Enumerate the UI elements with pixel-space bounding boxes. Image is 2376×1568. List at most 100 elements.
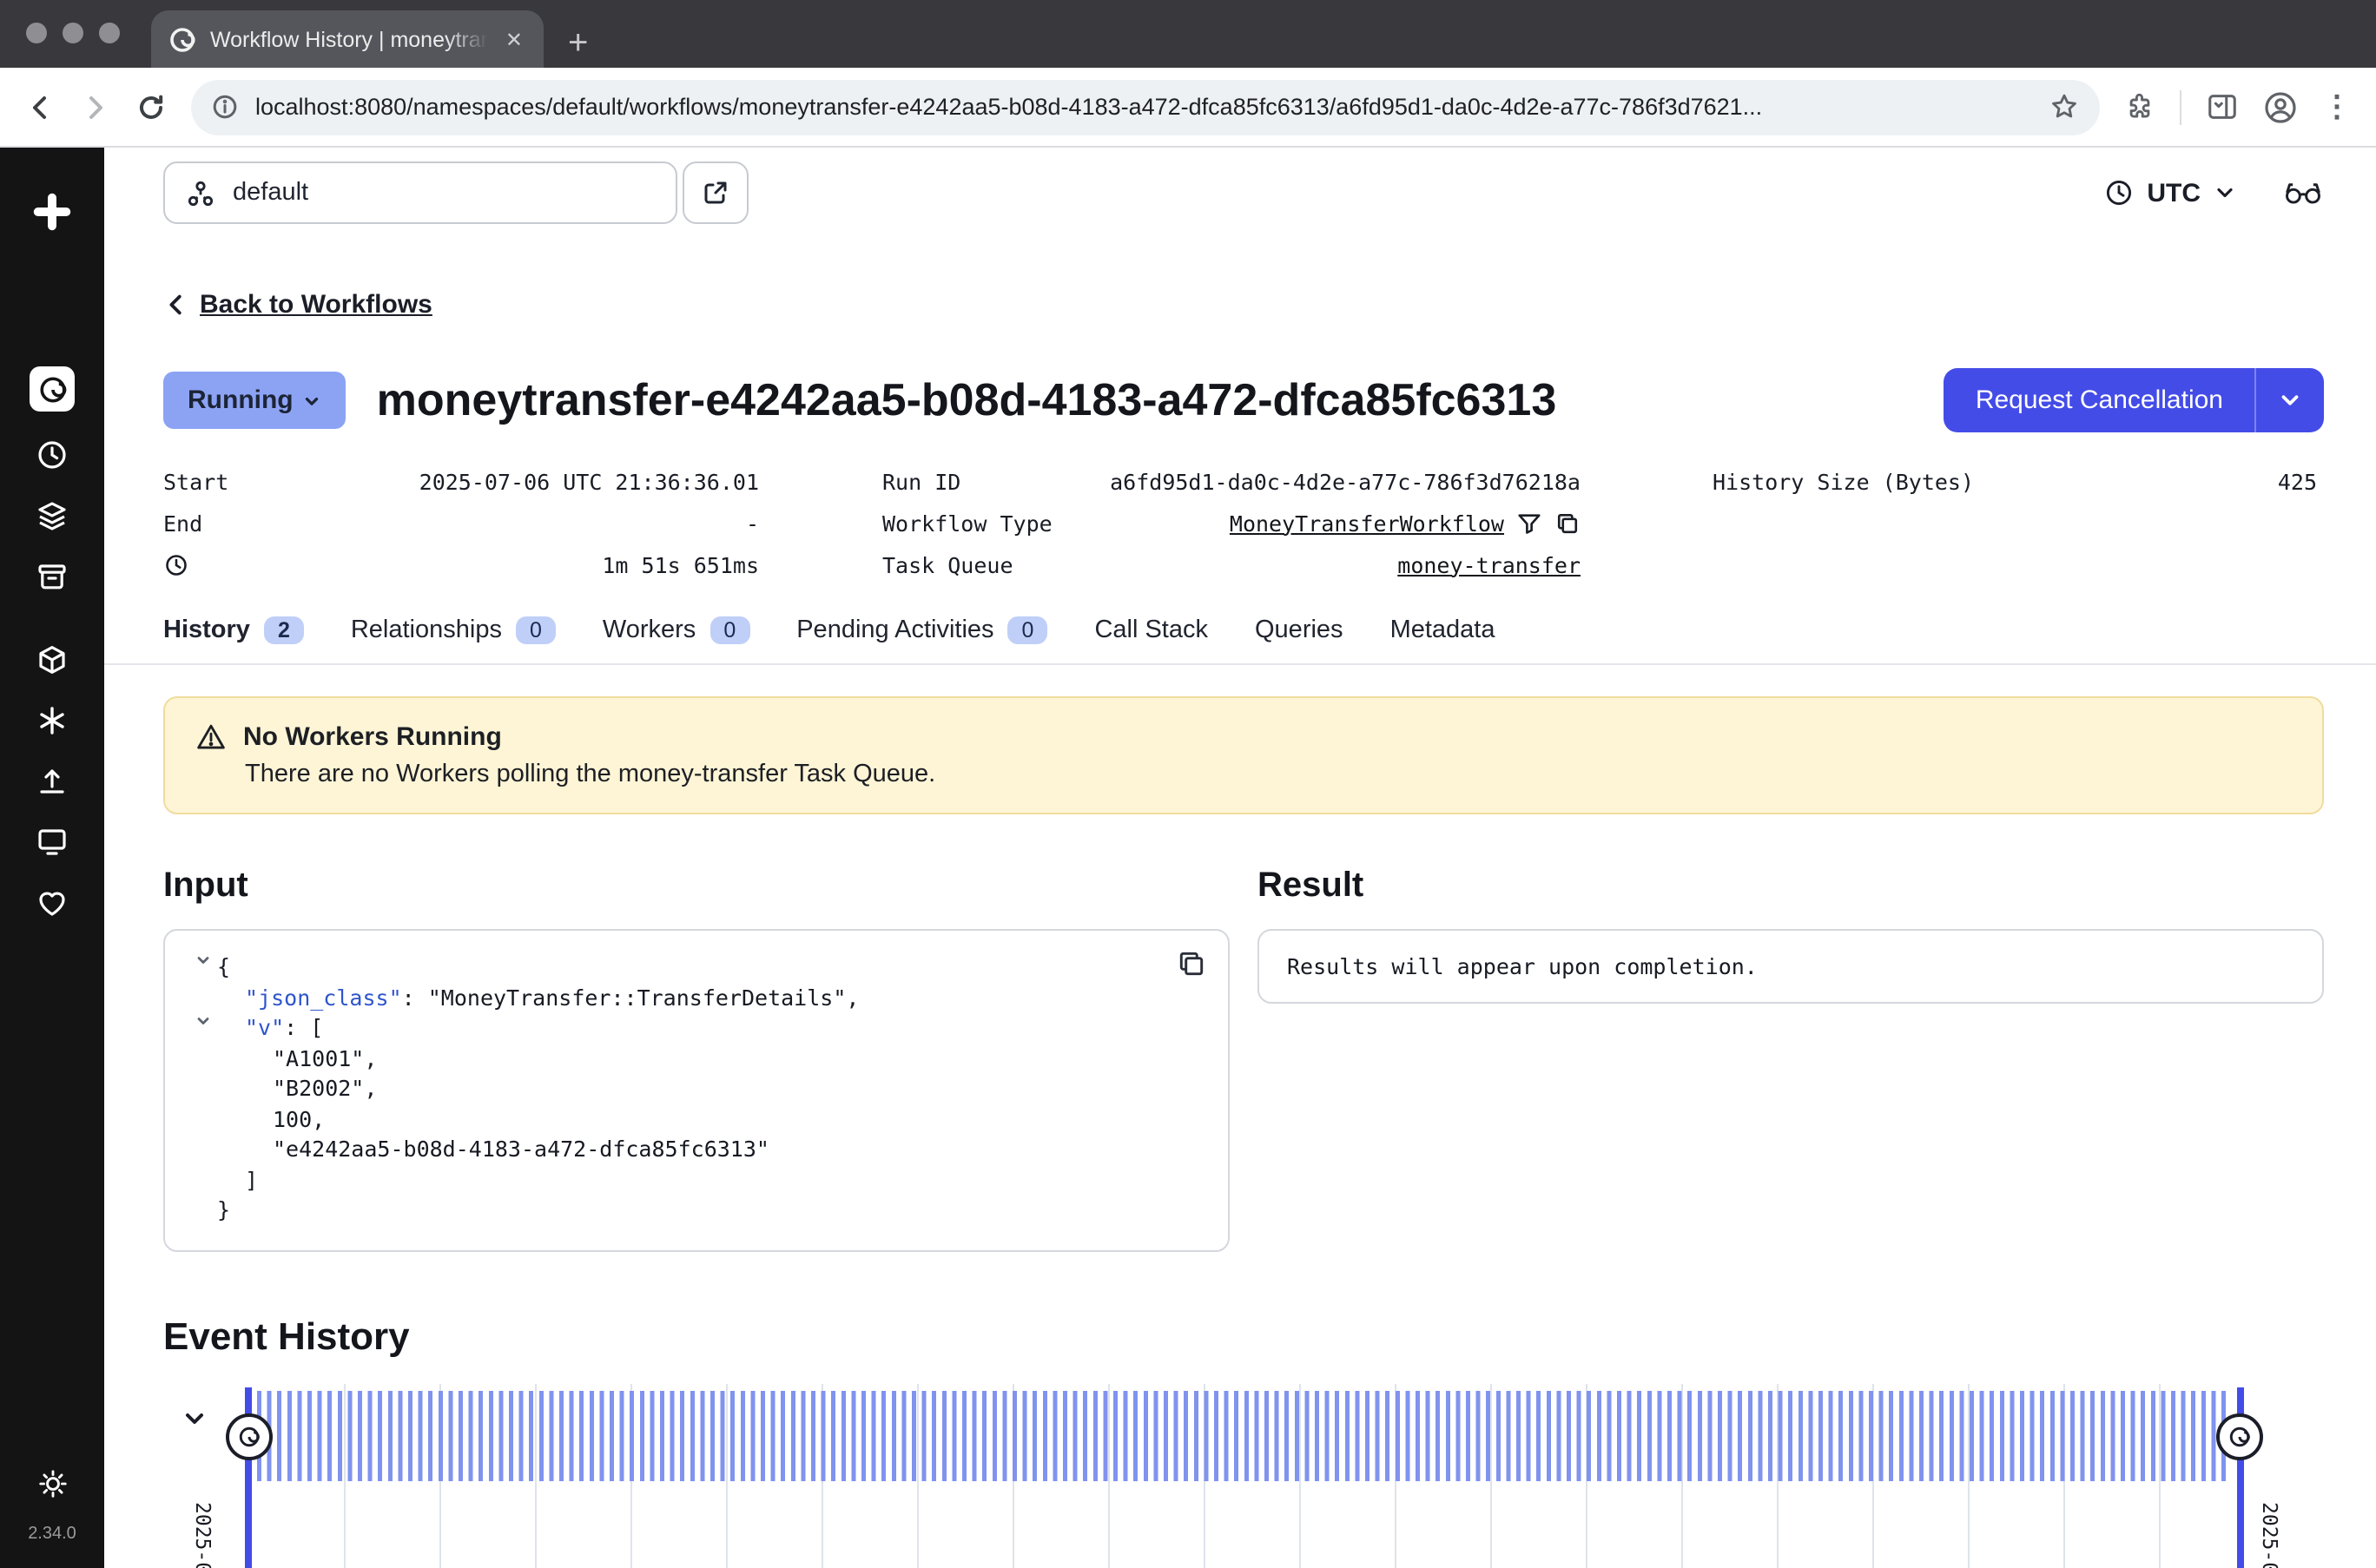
collapse-chevron-icon[interactable] (189, 1012, 217, 1043)
namespace-selector[interactable]: default (163, 161, 677, 224)
menu-icon[interactable]: ⋮ (2322, 89, 2352, 124)
copy-icon[interactable] (1554, 510, 1581, 536)
topbar-right: UTC (2103, 177, 2324, 208)
screen: Workflow History | moneytran ✕ + localho… (0, 0, 2376, 1568)
workflow-title: moneytransfer-e4242aa5-b08d-4183-a472-df… (377, 373, 1557, 427)
filter-icon[interactable] (1516, 510, 1542, 536)
sidebar-item-monitor[interactable] (35, 825, 69, 860)
detail-duration: 1m 51s 651ms (163, 544, 759, 585)
warning-message: There are no Workers polling the money-t… (245, 761, 2291, 788)
timezone-selector[interactable]: UTC (2103, 177, 2237, 208)
tab-pending-activities-count: 0 (1008, 616, 1048, 644)
request-cancellation-button[interactable]: Request Cancellation (1944, 368, 2254, 432)
temporal-favicon-icon (168, 25, 196, 53)
workflow-type-link[interactable]: MoneyTransferWorkflow (1230, 510, 1504, 536)
window-zoom-button[interactable] (99, 23, 120, 43)
url-bar[interactable]: localhost:8080/namespaces/default/workfl… (191, 79, 2100, 135)
event-history-heading: Event History (163, 1314, 2324, 1359)
timeline-event-ticks (257, 1390, 2230, 1480)
chevron-left-icon (163, 292, 189, 318)
tab-close-icon[interactable]: ✕ (502, 27, 526, 51)
workflow-start-marker[interactable] (226, 1413, 273, 1459)
sidebar-item-feedback[interactable] (35, 886, 69, 920)
toolbar-divider (2180, 89, 2181, 124)
tab-queries[interactable]: Queries (1255, 616, 1343, 644)
sidebar: 2.34.0 (0, 148, 104, 1568)
sidebar-item-cube[interactable] (35, 642, 69, 677)
tab-workers[interactable]: Workers0 (603, 616, 749, 644)
copy-icon[interactable] (1176, 948, 1207, 979)
input-heading: Input (163, 866, 1230, 906)
extensions-icon[interactable] (2124, 91, 2155, 122)
timeline-end-timestamp: 2025-07-06 UTC 2 (2258, 1501, 2282, 1568)
tabs-divider (104, 663, 2376, 665)
window-controls[interactable] (26, 23, 120, 43)
back-to-workflows-link[interactable]: Back to Workflows (163, 290, 432, 320)
detail-end: End - (163, 502, 759, 544)
timeline-collapse-chevron-icon[interactable] (181, 1404, 208, 1432)
main-area: default UTC (104, 148, 2376, 1568)
reload-icon[interactable] (135, 91, 167, 122)
input-json-box: { "json_class": "MoneyTransfer::Transfer… (163, 929, 1230, 1251)
request-cancellation-group: Request Cancellation (1944, 368, 2324, 432)
input-result-row: Input { "json_class": "MoneyTransfer::Tr… (163, 866, 2324, 1251)
detail-start: Start 2025-07-06 UTC 21:36:36.01 (163, 460, 759, 502)
tab-history[interactable]: History2 (163, 616, 304, 644)
event-history-timeline: 2025-07-06 UTC 2 2025-07-06 UTC 2 5s 11s… (163, 1376, 2324, 1568)
sidebar-item-stack[interactable] (35, 498, 69, 533)
app: 2.34.0 default UTC (0, 148, 2376, 1568)
tab-history-count: 2 (264, 616, 304, 644)
window-minimize-button[interactable] (63, 23, 83, 43)
bookmark-star-icon[interactable] (2049, 92, 2079, 122)
chevron-down-icon (2213, 181, 2237, 205)
detail-run-id: Run ID a6fd95d1-da0c-4d2e-a77c-786f3d762… (882, 460, 1581, 502)
warning-title: No Workers Running (243, 722, 502, 752)
browser-tab[interactable]: Workflow History | moneytran ✕ (151, 10, 544, 68)
back-icon[interactable] (24, 91, 56, 122)
tab-workers-count: 0 (710, 616, 749, 644)
window-close-button[interactable] (26, 23, 47, 43)
theme-toggle-sun-icon[interactable] (36, 1467, 69, 1500)
sidebar-item-asterisk[interactable] (35, 703, 69, 738)
workflow-tabs: History2 Relationships0 Workers0 Pending… (163, 616, 2324, 644)
temporal-logo[interactable] (30, 189, 75, 234)
tab-relationships-count: 0 (516, 616, 556, 644)
cancellation-menu-button[interactable] (2254, 368, 2324, 432)
tab-call-stack[interactable]: Call Stack (1094, 616, 1208, 644)
workflow-details: Start 2025-07-06 UTC 21:36:36.01 End - 1… (163, 460, 2324, 585)
sidebar-item-archive[interactable] (35, 559, 69, 594)
result-box: Results will appear upon completion. (1257, 929, 2324, 1004)
namespace-external-link-button[interactable] (683, 161, 749, 224)
sidebar-nav-bottom (35, 642, 69, 920)
new-tab-button[interactable]: + (568, 26, 588, 61)
workflow-page: Back to Workflows Running moneytransfer-… (104, 224, 2376, 1568)
workflow-end-marker[interactable] (2216, 1413, 2263, 1459)
namespace-icon (186, 178, 215, 208)
timezone-label: UTC (2147, 178, 2201, 208)
profile-icon[interactable] (2263, 89, 2298, 124)
timeline-start-timestamp: 2025-07-06 UTC 2 (191, 1501, 215, 1568)
sidebar-item-workflows[interactable] (30, 366, 75, 412)
labs-glasses-icon[interactable] (2282, 177, 2324, 208)
detail-workflow-type: Workflow Type MoneyTransferWorkflow (882, 502, 1581, 544)
input-column: Input { "json_class": "MoneyTransfer::Tr… (163, 866, 1230, 1251)
sidebar-item-upload[interactable] (35, 764, 69, 799)
tab-title: Workflow History | moneytran (210, 27, 488, 51)
detail-history-size: History Size (Bytes) 425 (1713, 460, 2317, 502)
tab-metadata[interactable]: Metadata (1390, 616, 1495, 644)
status-badge: Running (163, 372, 346, 429)
sidebar-nav-top (30, 366, 75, 594)
forward-icon[interactable] (80, 91, 111, 122)
tab-pending-activities[interactable]: Pending Activities0 (796, 616, 1047, 644)
tab-relationships[interactable]: Relationships0 (351, 616, 556, 644)
site-info-icon[interactable] (212, 94, 238, 120)
sidebar-item-schedules[interactable] (35, 438, 69, 472)
sidebar-footer: 2.34.0 (28, 1467, 76, 1544)
namespace-bar: default UTC (104, 148, 2376, 224)
collapse-chevron-icon[interactable] (189, 952, 217, 982)
task-queue-link[interactable]: money-transfer (1397, 551, 1581, 577)
no-workers-warning: No Workers Running There are no Workers … (163, 696, 2324, 814)
result-column: Result Results will appear upon completi… (1257, 866, 2324, 1251)
duration-clock-icon (163, 551, 189, 577)
side-panel-icon[interactable] (2206, 90, 2239, 123)
